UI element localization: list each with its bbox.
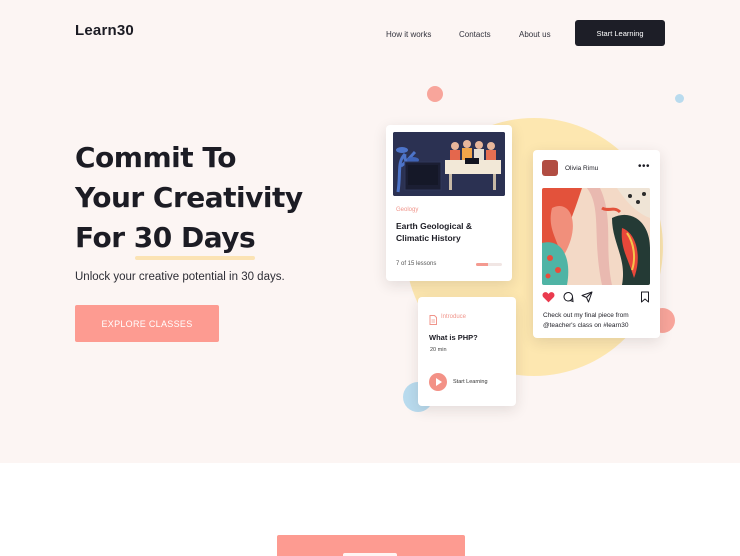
lesson-title[interactable]: What is PHP?: [429, 333, 478, 342]
social-post-card: Olivia Rimu ••• Check out my final piece…: [533, 150, 660, 338]
logo[interactable]: Learn30: [75, 22, 134, 39]
explore-classes-button[interactable]: EXPLORE CLASSES: [75, 305, 219, 342]
document-icon: [429, 312, 437, 330]
course-progress-text: 7 of 15 lessons: [396, 261, 437, 267]
hero-title-line-3: For 30 Days: [75, 221, 256, 254]
share-icon[interactable]: [581, 290, 593, 308]
bookmark-icon[interactable]: [640, 290, 650, 308]
nav-contacts[interactable]: Contacts: [459, 30, 491, 39]
post-caption: Check out my final piece from @teacher's…: [543, 312, 629, 329]
avatar[interactable]: [542, 160, 558, 176]
nav-how-it-works[interactable]: How it works: [386, 30, 431, 39]
play-icon[interactable]: [429, 373, 447, 391]
hero-title: Commit To Your Creativity For 30 Days: [75, 138, 303, 258]
more-dots-icon[interactable]: •••: [638, 161, 650, 172]
hero-title-line-2: Your Creativity: [75, 181, 303, 214]
course-progress-fill: [476, 263, 489, 266]
lesson-card[interactable]: Introduce What is PHP? 20 min Start Lear…: [418, 297, 516, 406]
lesson-duration: 20 min: [430, 347, 447, 353]
course-title[interactable]: Earth Geological & Climatic History: [396, 220, 506, 244]
decor-blue-dot: [675, 94, 684, 103]
lesson-category: Introduce: [441, 314, 467, 320]
start-learning-button[interactable]: Start Learning: [575, 20, 665, 46]
nav-about-us[interactable]: About us: [519, 30, 551, 39]
hero-subtitle: Unlock your creative potential in 30 day…: [75, 271, 285, 283]
course-category: Geology: [396, 207, 419, 213]
post-actions: [542, 290, 652, 304]
bottom-cta-button[interactable]: [277, 535, 465, 556]
heart-icon[interactable]: [542, 290, 555, 308]
lesson-start-link[interactable]: Start Learning: [453, 379, 488, 385]
post-username[interactable]: Olivia Rimu: [565, 165, 598, 172]
course-card[interactable]: Geology Earth Geological & Climatic Hist…: [386, 125, 512, 281]
comment-icon[interactable]: [562, 290, 574, 308]
post-artwork: [542, 188, 650, 285]
course-thumbnail: [393, 132, 505, 196]
decor-pink-dot: [427, 86, 443, 102]
hero-title-line-1: Commit To: [75, 141, 236, 174]
course-progress-bar: [476, 263, 502, 266]
